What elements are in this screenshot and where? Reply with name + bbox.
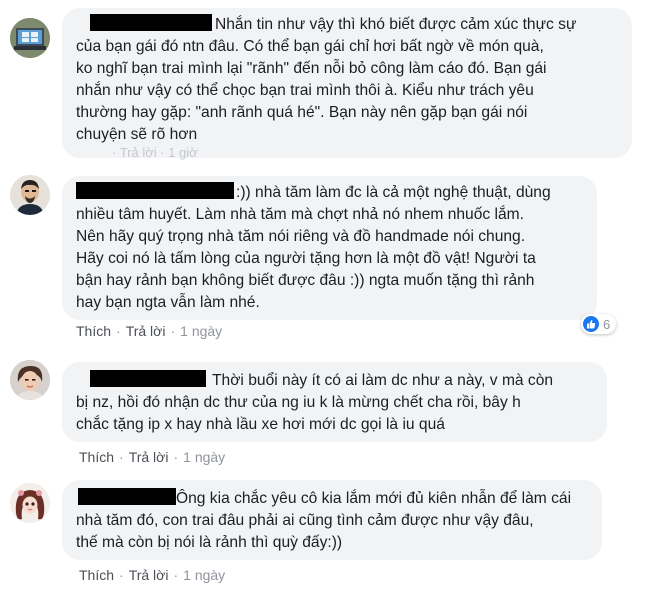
- separator-dot: ·: [119, 567, 124, 583]
- like-link[interactable]: Thích: [79, 449, 114, 465]
- comment-1-faded-meta: · Trả lời · 1 giờ: [112, 145, 198, 160]
- comment-line: nhà tăm đó, con trai đâu phải ai cũng tì…: [76, 512, 534, 529]
- comment-1-bubble: Nhắn tin như vậy thì khó biết được cảm x…: [62, 8, 632, 158]
- separator-dot: ·: [173, 567, 179, 583]
- comment-timestamp[interactable]: 1 ngày: [180, 323, 222, 339]
- comment-2-bubble: :)) nhà tăm làm đc là cả một nghệ thuật,…: [62, 176, 597, 320]
- reaction-count: 6: [603, 316, 611, 332]
- comment-line: Nhắn tin như vậy thì khó biết được cảm x…: [76, 14, 620, 36]
- comment-timestamp[interactable]: 1 ngày: [183, 567, 225, 583]
- comment-4-avatar[interactable]: [10, 483, 50, 523]
- comment-3-actions: Thích · Trả lời · 1 ngày: [79, 449, 225, 465]
- comment-timestamp[interactable]: 1 ngày: [183, 449, 225, 465]
- comment-1-avatar[interactable]: [10, 18, 50, 58]
- comment-4-bubble: Ông kia chắc yêu cô kia lắm mới đủ kiên …: [62, 480, 602, 560]
- comment-line: bận hay rảnh bạn không biết được đâu :))…: [76, 272, 535, 289]
- comment-line: thường hay gặp: "anh rãnh quá hé". Bạn n…: [76, 104, 528, 121]
- comment-4-actions: Thích · Trả lời · 1 ngày: [79, 567, 225, 583]
- comment-2-actions: Thích · Trả lời · 1 ngày: [76, 323, 222, 339]
- comment-line: Thời buổi này ít có ai làm dc như a này,…: [76, 370, 595, 392]
- redacted-author-name[interactable]: [76, 182, 234, 199]
- reply-link[interactable]: Trả lời: [129, 567, 169, 583]
- avatar-photo-icon: [10, 483, 50, 523]
- comment-line: của bạn gái đó ntn đâu. Có thể bạn gái c…: [76, 38, 544, 55]
- redacted-author-name[interactable]: [90, 370, 206, 387]
- avatar-photo-icon: [10, 175, 50, 215]
- comment-line: nhiều tâm huyết. Làm nhà tăm mà chợt nhả…: [76, 206, 524, 223]
- reply-link[interactable]: Trả lời: [126, 323, 166, 339]
- comment-line: hay bạn ngta vẫn làm nhé.: [76, 294, 260, 311]
- avatar-photo-icon: [10, 18, 50, 58]
- comment-3-avatar[interactable]: [10, 360, 50, 400]
- comment-line: nhắn như vậy có thể chọc bạn trai mình t…: [76, 82, 534, 99]
- like-link[interactable]: Thích: [76, 323, 111, 339]
- comment-line: chuyện sẽ rõ hơn: [76, 126, 198, 143]
- avatar-photo-icon: [10, 360, 50, 400]
- comment-line: ko nghĩ bạn trai mình lại "rãnh" đến nỗi…: [76, 60, 547, 77]
- comment-2-avatar[interactable]: [10, 175, 50, 215]
- reaction-summary[interactable]: 6: [581, 314, 617, 334]
- comment-line: Hãy coi nó là tấm lòng của người tặng hơ…: [76, 250, 536, 267]
- comment-line: Ông kia chắc yêu cô kia lắm mới đủ kiên …: [76, 488, 590, 510]
- like-link[interactable]: Thích: [79, 567, 114, 583]
- separator-dot: ·: [170, 323, 176, 339]
- separator-dot: ·: [116, 323, 121, 339]
- comment-line: thế mà còn bị nói là rảnh thì quỳ đấy:)): [76, 534, 343, 551]
- comment-line: bị nz, hồi đó nhận dc thư của ng iu k là…: [76, 394, 521, 411]
- separator-dot: ·: [173, 449, 179, 465]
- comment-line: Nên hãy quý trọng nhà tăm nói riêng và đ…: [76, 228, 526, 245]
- separator-dot: ·: [119, 449, 124, 465]
- reply-link[interactable]: Trả lời: [129, 449, 169, 465]
- comment-line: chắc tặng ip x hay nhà lầu xe hơi mới dc…: [76, 416, 445, 433]
- comment-line: :)) nhà tăm làm đc là cả một nghệ thuật,…: [76, 182, 585, 204]
- comment-3-bubble: Thời buổi này ít có ai làm dc như a này,…: [62, 362, 607, 442]
- like-reaction-icon: [583, 316, 599, 332]
- redacted-author-name[interactable]: [90, 14, 212, 31]
- redacted-author-name[interactable]: [78, 488, 176, 505]
